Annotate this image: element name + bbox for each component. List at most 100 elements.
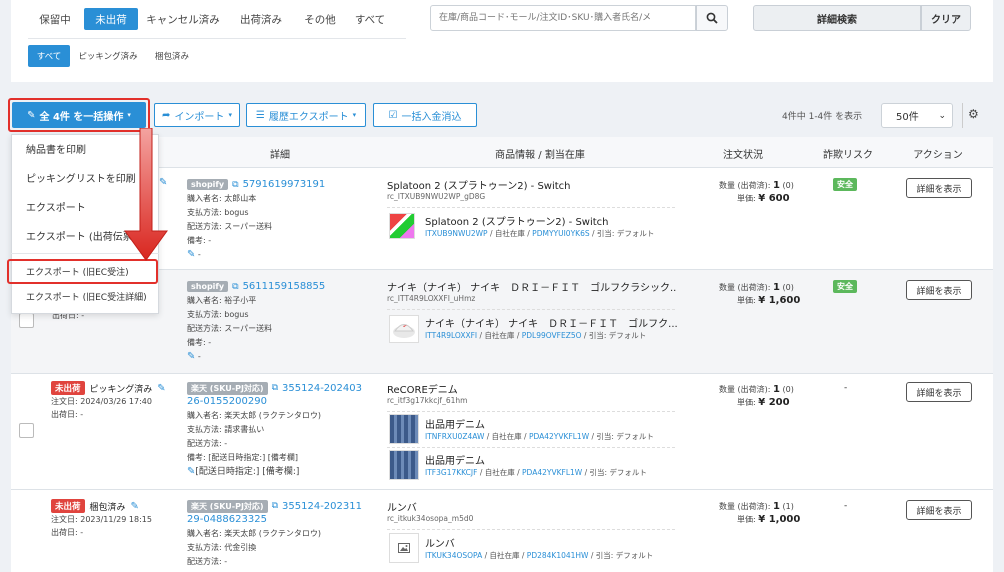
stock-code[interactable]: PDL99OVFEZ5O xyxy=(522,331,582,340)
fraud-risk: 安全 xyxy=(833,178,857,191)
view-detail-button[interactable]: 詳細を表示 xyxy=(906,382,972,402)
share-icon: ➦ xyxy=(162,109,171,121)
order-quantity: 数量 (出荷済): 1 (1) 単価: ¥ 1,000 xyxy=(719,501,809,525)
gear-icon[interactable]: ⚙ xyxy=(968,107,979,121)
tab-hold[interactable]: 保留中 xyxy=(30,8,80,30)
assigned-item: Splatoon 2 (スプラトゥーン2) - Switch ITXUB9NWU… xyxy=(425,213,677,239)
fraud-risk: 安全 xyxy=(833,280,857,293)
external-link-icon: ⧉ xyxy=(271,383,279,393)
item-code[interactable]: ITF3G17KKCJF xyxy=(425,468,477,477)
bulk-action-button[interactable]: ✎ 全 4件 を一括操作 ▾ xyxy=(12,102,146,128)
stock-code[interactable]: PDA42YVKFL1W xyxy=(522,468,582,477)
external-link-icon: ⧉ xyxy=(232,179,239,190)
per-page-select[interactable]: 50件 ⌄ xyxy=(881,103,953,128)
bulk-payment-button[interactable]: ☑ 一括入金消込 xyxy=(373,103,477,127)
delivery-method: - xyxy=(224,557,228,566)
order-status: 未出荷 ピッキング済み ✎ 注文日: 2024/03/26 17:40 出荷日:… xyxy=(51,381,181,421)
alloc-label: 引当: デフォルト xyxy=(596,432,654,441)
search-input[interactable] xyxy=(430,5,696,31)
order-detail: 楽天 (SKU-PJ対応) ⧉ 355124-202403 26-0155200… xyxy=(187,381,382,479)
search-icon xyxy=(706,12,718,24)
tab-all[interactable]: すべて xyxy=(348,8,392,30)
assigned-item: ルンバ ITKUK34OSOPA / 自社在庫 / PD284K1041HW /… xyxy=(425,535,677,561)
sub-status: ピッキング済み xyxy=(89,384,153,395)
result-count: 4件中 1-4件 を表示 xyxy=(782,112,863,122)
bulk-action-label: 全 4件 を一括操作 xyxy=(39,111,124,123)
item-code[interactable]: ITXUB9NWU2WP xyxy=(425,229,488,238)
stock-code[interactable]: PD284K1041HW xyxy=(527,551,589,560)
delivery-label: 配送方法: xyxy=(187,557,225,566)
stock-code[interactable]: PDA42YVKFL1W xyxy=(529,432,589,441)
order-id-link[interactable]: 5791619973191 xyxy=(243,179,326,190)
view-detail-button[interactable]: 詳細を表示 xyxy=(906,500,972,520)
unit-price: ¥ 200 xyxy=(758,397,790,408)
stock-label: 自社在庫 xyxy=(484,468,515,477)
order-id-link[interactable]: 355124-202311 xyxy=(282,501,362,512)
source-badge: shopify xyxy=(187,281,229,292)
source-badge: 楽天 (SKU-PJ対応) xyxy=(187,381,268,395)
history-export-button[interactable]: ☰ 履歴エクスポート ▾ xyxy=(246,103,366,127)
alloc-label: 引当: デフォルト xyxy=(595,551,654,560)
unit-price: ¥ 600 xyxy=(758,193,790,204)
item-name: ナイキ（ナイキ） ナイキ ＤＲＩ－ＦＩＴ ゴルフク... xyxy=(425,319,677,330)
ship-date-value: - xyxy=(80,528,84,537)
delivery-method: - xyxy=(224,439,228,448)
order-id-link-cont[interactable]: 29-0488623325 xyxy=(187,513,382,527)
order-id-link[interactable]: 355124-202403 xyxy=(282,383,362,394)
import-button[interactable]: ➦ インポート ▾ xyxy=(154,103,240,127)
status-badge: 未出荷 xyxy=(51,381,85,395)
product-title: ナイキ（ナイキ） ナイキ ＤＲＩ－ＦＩＴ ゴルフクラシック... xyxy=(387,283,677,294)
view-detail-button[interactable]: 詳細を表示 xyxy=(906,178,972,198)
product-thumbnail xyxy=(389,315,419,343)
order-id-link[interactable]: 5611159158855 xyxy=(243,281,326,292)
clear-button[interactable]: クリア xyxy=(921,5,971,31)
qty-value: 1 xyxy=(773,282,780,293)
row-checkbox[interactable] xyxy=(19,313,34,328)
menu-item-export-legacy-detail[interactable]: エクスポート (旧EC受注詳細) xyxy=(11,282,159,310)
header-status: 注文状況 xyxy=(723,150,763,161)
order-quantity: 数量 (出荷済): 1 (0) 単価: ¥ 600 xyxy=(719,180,809,204)
image-placeholder-icon xyxy=(398,543,410,553)
tab-shipped[interactable]: 出荷済み xyxy=(230,8,292,30)
buyer-label: 購入者名: xyxy=(187,411,225,420)
item-code[interactable]: ITKUK34OSOPA xyxy=(425,551,482,560)
pencil-icon[interactable]: ✎ xyxy=(131,501,139,512)
subtab-packed[interactable]: 梱包済み xyxy=(146,45,198,67)
order-date-label: 注文日: xyxy=(51,397,81,406)
view-detail-button[interactable]: 詳細を表示 xyxy=(906,280,972,300)
pencil-icon[interactable]: ✎ xyxy=(157,383,165,394)
chevron-down-icon: ⌄ xyxy=(938,110,946,121)
item-name: 出品用デニム xyxy=(425,420,485,431)
pencil-icon[interactable]: ✎ xyxy=(187,249,195,260)
product-thumbnail xyxy=(389,414,419,444)
header-detail: 詳細 xyxy=(270,150,290,161)
remarks-note: [配送日時指定:] [備考欄:] xyxy=(195,467,300,477)
order-id-link-cont[interactable]: 26-0155200290 xyxy=(187,395,382,409)
subtab-picked[interactable]: ピッキング済み xyxy=(76,45,140,67)
payment-method: 請求書払い xyxy=(224,425,265,434)
buyer-name: 裕子小平 xyxy=(224,296,257,305)
delivery-label: 配送方法: xyxy=(187,439,225,448)
payment-method: bogus xyxy=(224,208,249,217)
pencil-icon[interactable]: ✎ xyxy=(187,351,195,362)
stock-code[interactable]: PDMYYUI0YK6S xyxy=(532,229,589,238)
item-code[interactable]: ITT4R9LOXXFI xyxy=(425,331,477,340)
header-product: 商品情報 / 割当在庫 xyxy=(495,150,585,161)
subtab-all[interactable]: すべて xyxy=(28,45,70,67)
tab-cancelled[interactable]: キャンセル済み xyxy=(142,8,224,30)
tab-other[interactable]: その他 xyxy=(298,8,342,30)
row-checkbox[interactable] xyxy=(19,423,34,438)
checkbox-icon: ☑ xyxy=(388,109,398,121)
ship-date-label: 出荷日: xyxy=(51,528,81,537)
menu-item-export-shipping[interactable]: エクスポート (出荷伝票 xyxy=(11,221,133,249)
buyer-name: 太郎山本 xyxy=(224,194,257,203)
advanced-search-button[interactable]: 詳細検索 xyxy=(753,5,921,31)
search-button[interactable] xyxy=(696,5,728,31)
item-name: Splatoon 2 (スプラトゥーン2) - Switch xyxy=(425,217,609,228)
fraud-risk: - xyxy=(844,383,848,393)
item-code[interactable]: ITNFRXU0Z4AW xyxy=(425,432,484,441)
tab-unshipped[interactable]: 未出荷 xyxy=(84,8,138,30)
payment-method: 代金引換 xyxy=(224,543,257,552)
qty-label: 数量 (出荷済): xyxy=(719,385,774,394)
order-detail: shopify ⧉ 5791619973191 購入者名: 太郎山本 支払方法:… xyxy=(187,179,326,260)
